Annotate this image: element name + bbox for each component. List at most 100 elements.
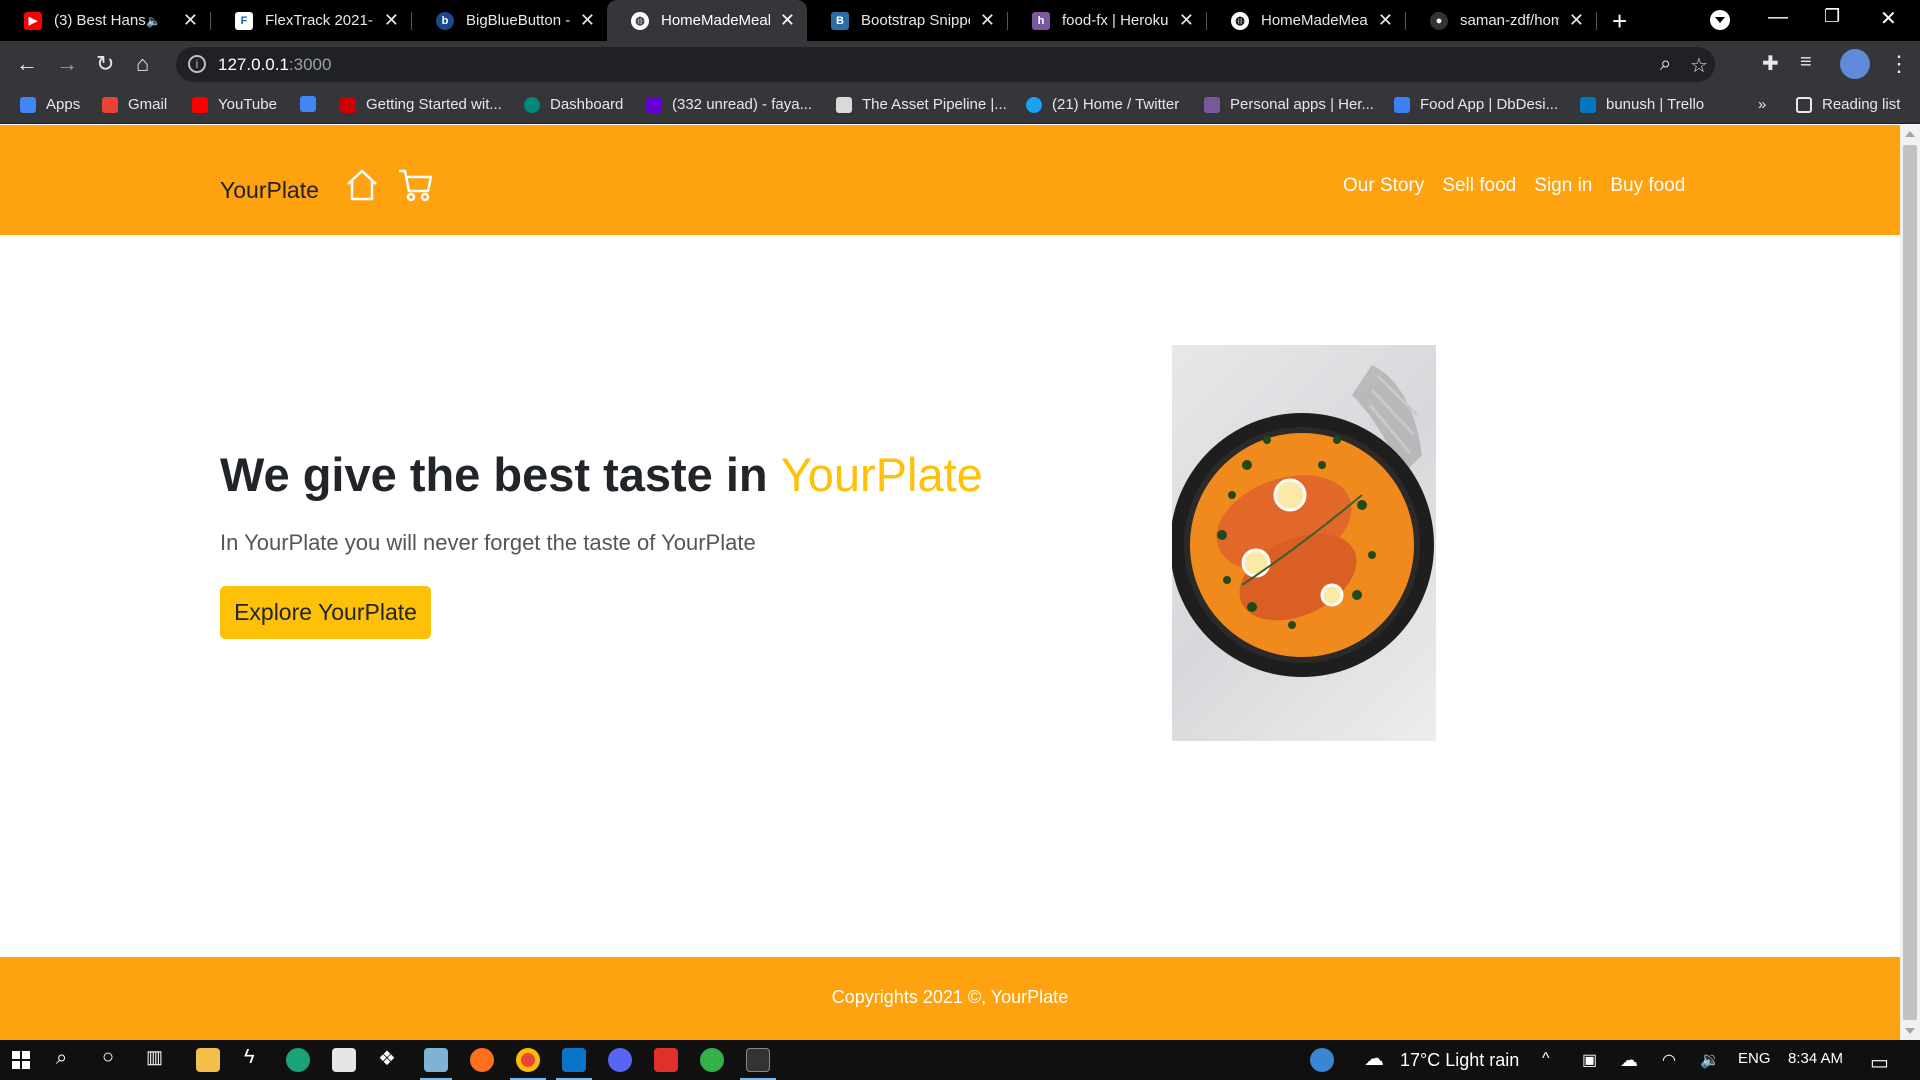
back-icon[interactable]: ← (16, 51, 38, 77)
close-tab-icon[interactable]: ✕ (1378, 10, 1393, 31)
bookmark-item[interactable]: Personal apps | Her... (1204, 96, 1374, 113)
browser-tab[interactable]: F FlexTrack 2021-1 ✕ (211, 0, 411, 41)
home-icon[interactable]: ⌂ (136, 51, 149, 77)
bolt-app-icon[interactable]: ϟ (244, 1046, 255, 1069)
nav-link-sign-in[interactable]: Sign in (1534, 175, 1592, 197)
cart-icon[interactable] (396, 167, 434, 203)
dropbox-icon[interactable]: ❖ (378, 1046, 396, 1071)
store-icon[interactable] (332, 1048, 356, 1072)
apps-grid-icon (20, 96, 36, 113)
tab-title: saman-zdf/home (1460, 12, 1559, 29)
bookmark-item[interactable]: (21) Home / Twitter (1026, 96, 1179, 113)
chrome-icon[interactable] (516, 1048, 540, 1072)
onedrive-icon[interactable]: ☁ (1620, 1050, 1638, 1071)
help-icon[interactable] (1310, 1048, 1334, 1072)
nav-link-buy-food[interactable]: Buy food (1610, 175, 1685, 197)
minimize-icon[interactable]: — (1768, 6, 1788, 29)
explore-button[interactable]: Explore YourPlate (220, 586, 431, 639)
vscode-icon[interactable] (562, 1048, 586, 1072)
site-brand[interactable]: YourPlate (220, 177, 319, 204)
page-scrollbar[interactable] (1900, 125, 1920, 1040)
bigbluebutton-icon: b (436, 11, 454, 30)
dbdesigner-icon (1394, 96, 1410, 113)
search-icon[interactable]: ⌕ (56, 1047, 67, 1070)
browser-tab-active[interactable]: ◍ HomeMadeMeal ✕ (607, 0, 807, 41)
close-tab-icon[interactable]: ✕ (384, 10, 399, 31)
browser-tab[interactable]: ▶ (3) Best Hans 🔈 ✕ (0, 0, 210, 41)
language-indicator[interactable]: ENG (1738, 1050, 1771, 1067)
bookmark-item[interactable]: Getting Started wit... (340, 96, 502, 113)
scrollbar-thumb[interactable] (1903, 145, 1917, 1020)
browser-tab[interactable]: ● saman-zdf/home ✕ (1406, 0, 1596, 41)
task-view-icon[interactable]: ▥ (146, 1047, 163, 1068)
tray-chevron-icon[interactable]: ^ (1542, 1050, 1550, 1068)
meet-now-icon[interactable]: ▣ (1582, 1050, 1597, 1070)
browser-tab[interactable]: B Bootstrap Snippet ✕ (807, 0, 1007, 41)
wifi-icon[interactable]: ◠ (1662, 1050, 1676, 1070)
scroll-up-arrow-icon[interactable] (1905, 131, 1915, 137)
youtube-icon: ▶ (24, 11, 42, 30)
reload-icon[interactable]: ↻ (96, 51, 114, 77)
close-tab-icon[interactable]: ✕ (1569, 10, 1584, 31)
bookmark-item[interactable]: Gmail (102, 96, 167, 113)
close-tab-icon[interactable]: ✕ (183, 10, 198, 31)
zoom-icon[interactable]: ⌕ (1660, 53, 1671, 76)
bookmark-item[interactable]: bunush | Trello (1580, 96, 1704, 113)
speaker-icon[interactable]: 🔈 (146, 14, 161, 28)
browser-tab[interactable]: h food-fx | Heroku ✕ (1008, 0, 1206, 41)
close-tab-icon[interactable]: ✕ (580, 10, 595, 31)
notifications-icon[interactable]: ▭ (1870, 1050, 1889, 1075)
rails-icon (340, 96, 356, 113)
media-control-icon[interactable]: ≡ (1800, 51, 1812, 74)
reading-list-button[interactable]: Reading list (1796, 96, 1900, 113)
tab-strip: ▶ (3) Best Hans 🔈 ✕ F FlexTrack 2021-1 ✕… (0, 0, 1920, 41)
clock[interactable]: 8:34 AM (1788, 1050, 1843, 1067)
green-app-icon[interactable] (700, 1048, 724, 1072)
vivaldi-icon[interactable] (654, 1048, 678, 1072)
file-explorer-icon[interactable] (196, 1048, 220, 1072)
home-icon[interactable] (344, 167, 380, 203)
close-tab-icon[interactable]: ✕ (980, 10, 995, 31)
browser-tab[interactable]: ◍ HomeMadeMeal ✕ (1207, 0, 1405, 41)
site-navbar: YourPlate Our Story Sell food Sign in Bu… (0, 125, 1900, 235)
bookmark-star-icon[interactable]: ☆ (1690, 53, 1708, 78)
bookmark-item[interactable]: (332 unread) - faya... (646, 96, 812, 113)
edge-icon[interactable] (286, 1048, 310, 1072)
address-bar[interactable]: i 127.0.0.1:3000 ⌕ ☆ (176, 47, 1715, 82)
close-tab-icon[interactable]: ✕ (780, 10, 795, 31)
tab-title: HomeMadeMeal (661, 12, 770, 29)
trello-icon (1580, 96, 1596, 113)
close-tab-icon[interactable]: ✕ (1179, 10, 1194, 31)
nav-link-sell-food[interactable]: Sell food (1442, 175, 1516, 197)
volume-icon[interactable]: 🔉 (1700, 1050, 1720, 1070)
scroll-down-arrow-icon[interactable] (1905, 1028, 1915, 1034)
weather-text[interactable]: 17°C Light rain (1400, 1050, 1519, 1071)
tab-search-icon[interactable] (1710, 10, 1730, 30)
browser-tab[interactable]: b BigBlueButton - F ✕ (412, 0, 607, 41)
windows-start-icon[interactable] (12, 1051, 30, 1069)
bookmark-item[interactable]: YouTube (192, 96, 277, 113)
new-tab-button[interactable]: + (1612, 6, 1627, 37)
youtube-icon (192, 96, 208, 113)
bookmarks-overflow-button[interactable]: » (1758, 96, 1766, 113)
firefox-icon[interactable] (470, 1048, 494, 1072)
close-window-icon[interactable]: ✕ (1880, 6, 1897, 31)
bookmark-item[interactable]: Food App | DbDesi... (1394, 96, 1558, 113)
discord-icon[interactable] (608, 1048, 632, 1072)
nav-link-our-story[interactable]: Our Story (1343, 175, 1424, 197)
bookmark-item[interactable]: Apps (20, 96, 80, 113)
site-info-icon[interactable]: i (188, 55, 206, 73)
bookmark-item[interactable]: Dashboard (524, 96, 623, 113)
restore-icon[interactable]: ❐ (1824, 6, 1840, 27)
hero-subtitle: In YourPlate you will never forget the t… (220, 530, 756, 555)
footer-copyright: Copyrights 2021 ©, YourPlate (831, 987, 1069, 1007)
bookmark-item[interactable]: The Asset Pipeline |... (836, 96, 1007, 113)
notes-app-icon[interactable] (424, 1048, 448, 1072)
bookmark-item[interactable] (300, 96, 326, 112)
extensions-icon[interactable]: ✚ (1762, 51, 1779, 76)
menu-kebab-icon[interactable]: ⋮ (1888, 51, 1910, 77)
profile-avatar[interactable] (1840, 49, 1870, 79)
terminal-icon[interactable] (746, 1048, 770, 1072)
forward-icon[interactable]: → (56, 51, 78, 77)
cortana-icon[interactable]: ○ (102, 1046, 114, 1069)
